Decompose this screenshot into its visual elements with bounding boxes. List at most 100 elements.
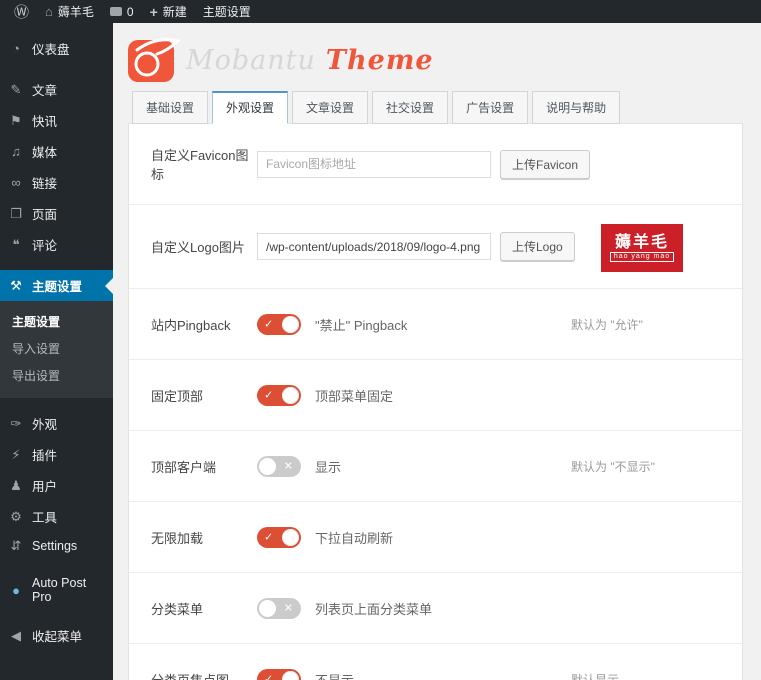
sidebar-item-label: Auto Post Pro [32,576,105,604]
plugin-icon: ⚡ [8,447,24,463]
main-content: Mobantu Theme 基础设置外观设置文章设置社交设置广告设置说明与帮助 … [113,23,761,680]
toggle-knob [282,387,299,404]
sliders-icon: ⇵ [8,538,24,554]
tab-appearance[interactable]: 外观设置 [212,91,288,124]
sidebar-item-media[interactable]: ♫媒体 [0,136,113,167]
sidebar-item-appearance[interactable]: ✑外观 [0,408,113,439]
sidebar-item-users[interactable]: ♟用户 [0,470,113,501]
tab-social[interactable]: 社交设置 [372,91,448,124]
sidebar-item-comments[interactable]: ❝评论 [0,229,113,260]
pingback-description: "禁止" Pingback [315,315,407,334]
x-icon: ✕ [284,602,293,615]
sidebar-item-posts[interactable]: ✎ 文章 [0,74,113,105]
autopost-icon: ● [8,583,24,598]
category-focus-image-label: 分类页焦点图 [151,670,257,680]
favicon-url-input[interactable] [257,151,491,178]
tab-help[interactable]: 说明与帮助 [532,91,620,124]
sidebar-item-label: 媒体 [32,142,57,161]
category-menu-label: 分类菜单 [151,599,257,618]
comment-bubble-icon [110,7,122,16]
sidebar-item-pages[interactable]: ❐页面 [0,198,113,229]
check-icon: ✓ [264,318,273,331]
sidebar-item-tools[interactable]: ⚙ 工具 [0,501,113,532]
brand-text-mobantu: Mobantu [186,45,316,76]
site-link[interactable]: ⌂ 薅羊毛 [37,0,102,23]
tab-ads[interactable]: 广告设置 [452,91,528,124]
comment-icon: ❝ [8,237,24,253]
sidebar-item-label: 工具 [32,507,57,526]
check-icon: ✓ [264,531,273,544]
sidebar-item-label: 文章 [32,80,57,99]
row-category-focus-image: 分类页焦点图✓不显示默认显示 [129,644,742,680]
row-custom-favicon: 自定义Favicon图标 上传Favicon [129,124,742,205]
category-focus-image-description: 不显示 [315,670,354,680]
wordpress-menu[interactable]: Ⓦ [6,0,37,23]
sidebar-item-bulletin[interactable]: ⚑快讯 [0,105,113,136]
check-icon: ✓ [264,673,273,680]
sidebar-item-collapse-menu[interactable]: ◀ 收起菜单 [0,620,113,651]
toggle-knob [282,316,299,333]
row-header-client: 顶部客户端✕显示默认为 "不显示" [129,431,742,502]
sidebar-item-dashboard[interactable]: ◔仪表盘 [0,33,113,64]
comments-link[interactable]: 0 [102,0,142,23]
category-focus-image-toggle[interactable]: ✓ [257,669,301,680]
toggle-knob [259,600,276,617]
category-menu-description: 列表页上面分类菜单 [315,599,432,618]
category-menu-toggle[interactable]: ✕ [257,598,301,619]
tab-posts[interactable]: 文章设置 [292,91,368,124]
sidebar-item-plugins[interactable]: ⚡ 插件 [0,439,113,470]
brand-text-theme: Theme [326,45,434,76]
header-client-default-note: 默认为 "不显示" [571,458,655,475]
gauge-icon: ◔ [8,41,24,56]
home-icon: ⌂ [45,4,53,19]
link-icon: ∞ [8,175,24,190]
mobantu-logo-icon [128,34,180,87]
pingback-default-note: 默认为 "允许" [571,316,643,333]
comment-count: 0 [127,5,134,19]
wrench-icon: ⚙ [8,509,24,525]
toggle-knob [259,458,276,475]
submenu-item-export-settings[interactable]: 导出设置 [0,362,113,389]
sidebar-item-label: 插件 [32,445,57,464]
sidebar-item-label: Settings [32,539,77,553]
fixed-header-toggle[interactable]: ✓ [257,385,301,406]
favicon-field-label: 自定义Favicon图标 [151,145,257,183]
logo-field-label: 自定义Logo图片 [151,237,257,256]
header-client-description: 显示 [315,457,341,476]
collapse-icon: ◀ [8,628,24,644]
submenu-item-import-settings[interactable]: 导入设置 [0,335,113,362]
logo-preview-subtitle: hao yang mao [610,252,674,262]
sidebar-item-label: 主题设置 [32,276,82,295]
adminbar-theme-settings-link[interactable]: 主题设置 [195,0,259,23]
theme-settings-submenu: 主题设置导入设置导出设置 [0,301,113,398]
row-custom-logo: 自定义Logo图片 上传Logo 薅羊毛 hao yang mao [129,205,742,289]
sidebar: ◔仪表盘✎文章⚑快讯♫媒体∞链接❐页面❝评论⚒主题设置主题设置导入设置导出设置✑… [0,23,113,680]
tab-basic[interactable]: 基础设置 [132,91,208,124]
logo-preview-title: 薅羊毛 [615,234,669,252]
pingback-toggle[interactable]: ✓ [257,314,301,335]
toggle-knob [282,529,299,546]
sidebar-item-settings[interactable]: ⇵ Settings [0,532,113,560]
pin-icon: ✎ [8,82,24,98]
fixed-header-description: 顶部菜单固定 [315,386,393,405]
toggle-rows: 站内Pingback✓"禁止" Pingback默认为 "允许"固定顶部✓顶部菜… [129,289,742,680]
upload-favicon-button[interactable]: 上传Favicon [500,150,590,179]
pages-icon: ❐ [8,206,24,222]
user-icon: ♟ [8,478,24,494]
submenu-item-theme-settings[interactable]: 主题设置 [0,308,113,335]
new-content-link[interactable]: + 新建 [142,0,195,23]
sidebar-item-links[interactable]: ∞链接 [0,167,113,198]
row-pingback: 站内Pingback✓"禁止" Pingback默认为 "允许" [129,289,742,360]
sidebar-item-theme-settings[interactable]: ⚒主题设置 [0,270,113,301]
header-client-toggle[interactable]: ✕ [257,456,301,477]
logo-url-input[interactable] [257,233,491,260]
toggle-knob [282,671,299,680]
infinite-scroll-description: 下拉自动刷新 [315,528,393,547]
sidebar-item-auto-post-pro[interactable]: ● Auto Post Pro [0,570,113,610]
sidebar-item-label: 外观 [32,414,57,433]
site-name: 薅羊毛 [58,3,94,20]
sidebar-item-label: 收起菜单 [32,626,82,645]
infinite-scroll-toggle[interactable]: ✓ [257,527,301,548]
wordpress-logo-icon: Ⓦ [14,1,29,22]
upload-logo-button[interactable]: 上传Logo [500,232,575,261]
